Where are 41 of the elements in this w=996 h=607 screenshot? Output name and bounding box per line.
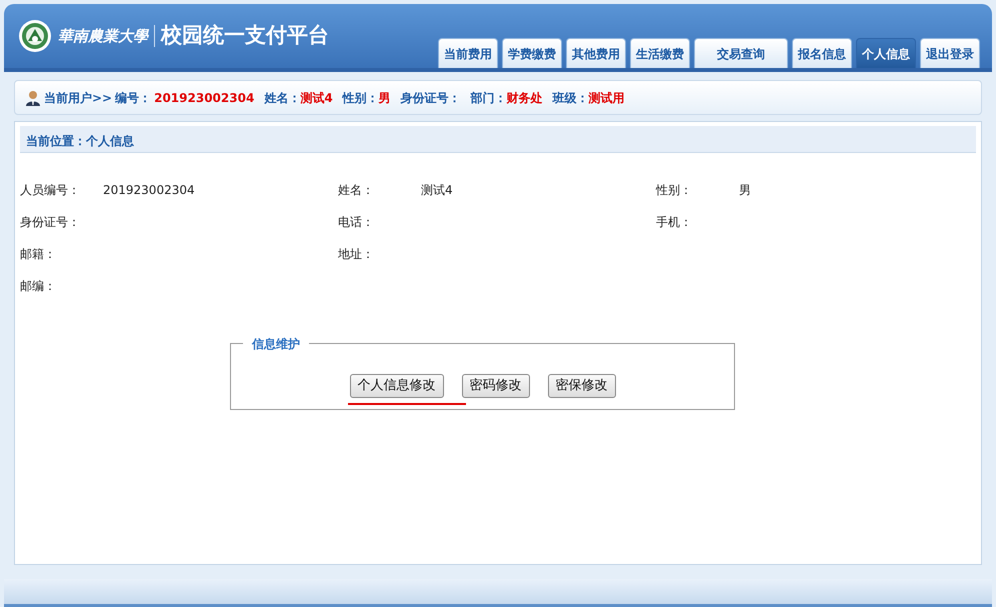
field-value: 测试用 <box>588 90 625 106</box>
field-label: 姓名： <box>338 182 375 199</box>
nav-tab[interactable]: 报名信息 <box>792 38 852 68</box>
field-label: 电话： <box>338 214 375 231</box>
nav-tab[interactable]: 交易查询 <box>694 38 788 68</box>
breadcrumb-text: 当前位置：个人信息 <box>26 134 134 148</box>
field-label: 邮编： <box>20 278 57 295</box>
university-name: 華南農業大學 <box>58 24 155 48</box>
field-label: 身份证号： <box>20 214 81 231</box>
field-value: 男 <box>739 183 751 197</box>
field-label: 班级： <box>552 90 589 106</box>
field-label: 手机： <box>656 214 693 231</box>
nav-tab[interactable]: 生活缴费 <box>630 38 690 68</box>
field-label: 性别： <box>342 90 379 106</box>
field-label: 人员编号： <box>20 182 81 199</box>
nav-tab[interactable]: 当前费用 <box>438 38 498 68</box>
action-button[interactable]: 个人信息修改 <box>350 374 444 398</box>
field-label: 部门： <box>470 90 507 106</box>
field-label: 性别： <box>656 182 693 199</box>
field-label: 编号： <box>115 90 152 106</box>
field-label: 邮籍： <box>20 246 57 263</box>
field-label: 地址： <box>338 246 375 263</box>
field-value: 201923002304 <box>103 183 195 197</box>
current-user-label: 当前用户>> <box>44 90 112 106</box>
field-value: 201923002304 <box>154 90 254 106</box>
nav-tab[interactable]: 其他费用 <box>566 38 626 68</box>
action-button[interactable]: 密码修改 <box>462 374 530 398</box>
action-button[interactable]: 密保修改 <box>548 374 616 398</box>
field-value: 测试4 <box>300 90 333 106</box>
field-value: 测试4 <box>421 183 453 197</box>
nav-tab[interactable]: 学费缴费 <box>502 38 562 68</box>
university-logo-icon <box>18 19 52 53</box>
platform-title: 校园统一支付平台 <box>161 22 329 50</box>
nav-tab[interactable]: 个人信息 <box>856 38 916 68</box>
field-value: 财务处 <box>506 90 543 106</box>
field-label: 身份证号： <box>400 90 461 106</box>
field-label: 姓名： <box>264 90 300 106</box>
nav-tab[interactable]: 退出登录 <box>920 38 980 68</box>
fieldset-legend: 信息维护 <box>243 335 309 353</box>
field-value: 男 <box>378 90 391 106</box>
user-icon <box>25 90 41 106</box>
